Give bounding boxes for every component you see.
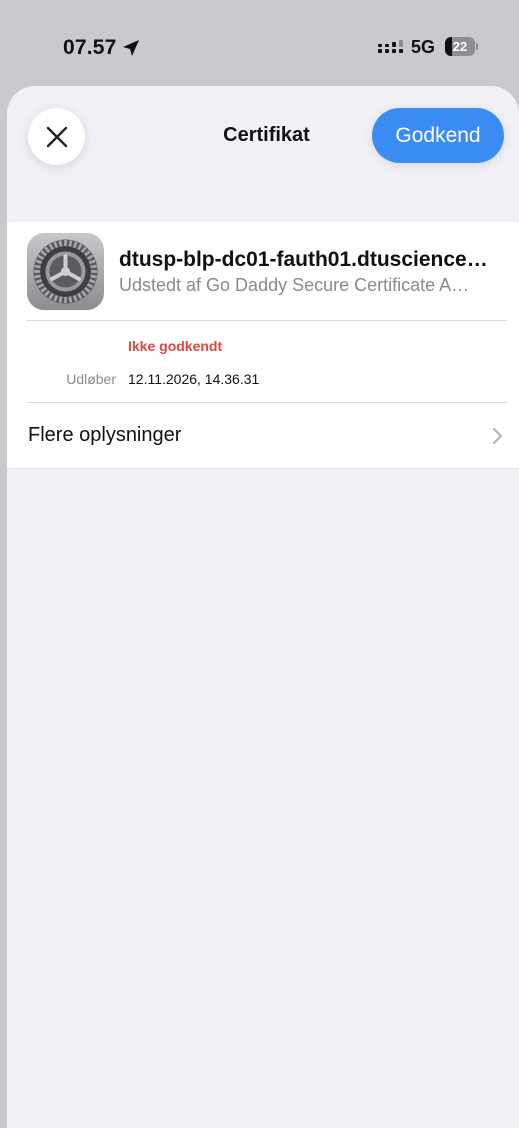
more-info-row[interactable]: Flere oplysninger — [7, 403, 519, 468]
approve-button[interactable]: Godkend — [372, 108, 504, 163]
expires-label: Udløber — [66, 371, 116, 387]
battery-icon: 22 — [445, 37, 478, 56]
chevron-right-icon — [492, 427, 503, 445]
network-type: 5G — [411, 37, 436, 57]
battery-percent: 22 — [452, 39, 468, 54]
signal-icon — [378, 40, 403, 53]
more-info-label: Flere oplysninger — [28, 424, 182, 446]
status-bar: 07.57 5G 22 — [0, 0, 519, 90]
divider — [7, 468, 519, 469]
certificate-sheet: Certifikat Godkend dtusp-blp-dc01-fauth0… — [7, 86, 519, 1128]
verification-status: Ikke godkendt — [128, 338, 223, 354]
location-arrow-icon — [123, 40, 139, 56]
expires-value: 12.11.2026, 14.36.31 — [128, 371, 260, 387]
settings-gear-icon — [27, 233, 104, 310]
certificate-issuer: Udstedt af Go Daddy Secure Certificate A… — [119, 275, 470, 295]
status-time: 07.57 — [63, 36, 117, 59]
certificate-card: dtusp-blp-dc01-fauth01.dtuscience… Udste… — [7, 222, 519, 468]
certificate-name: dtusp-blp-dc01-fauth01.dtuscience… — [119, 248, 488, 271]
divider — [27, 320, 507, 321]
